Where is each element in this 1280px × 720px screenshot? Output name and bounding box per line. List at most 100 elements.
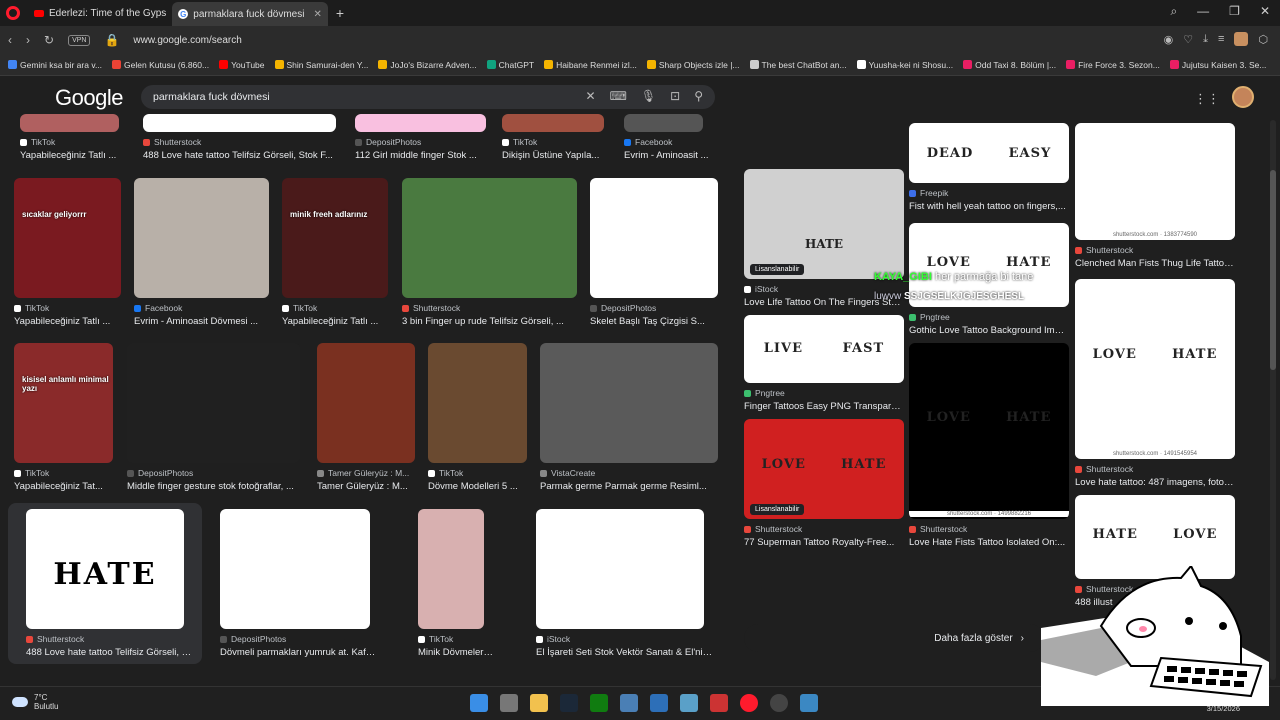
result-title[interactable]: Parmak germe Parmak germe Resiml... <box>540 481 728 492</box>
weather-widget[interactable]: 7°C Bulutlu <box>12 693 58 711</box>
result-title[interactable]: Gothic Love Tattoo Background Images... <box>909 325 1069 336</box>
result-thumbnail[interactable] <box>540 343 718 463</box>
result-source[interactable]: Facebook <box>134 303 182 313</box>
result-source[interactable]: TikTok <box>418 634 453 644</box>
result-thumbnail[interactable] <box>428 343 527 463</box>
photos-icon[interactable] <box>680 694 698 712</box>
result-title[interactable]: Love hate tattoo: 487 imagens, fotos e..… <box>1075 477 1235 488</box>
task-view-icon[interactable] <box>500 694 518 712</box>
result-thumbnail[interactable]: kisisel anlamlı minimal yazı <box>14 343 113 463</box>
result-title[interactable]: Yapabileceğiniz Tatlı ... <box>14 316 131 327</box>
bookmark-item[interactable]: Sharp Objects izle |... <box>646 60 740 70</box>
more-results-button[interactable]: Daha fazla göster › <box>744 624 1044 652</box>
search-icon[interactable]: ⚲ <box>694 89 703 103</box>
result-source[interactable]: Freepik <box>909 188 948 198</box>
result-thumbnail[interactable]: HATE Lisanslanabilir <box>744 169 904 279</box>
result-title[interactable]: 488 Love hate tattoo Telifsiz Görseli, S… <box>143 150 346 161</box>
google-logo[interactable]: Google <box>55 85 123 111</box>
result-source[interactable]: Tamer Güleryüz : M... <box>317 468 409 478</box>
bookmark-item[interactable]: Gemini ksa bir ara v... <box>8 60 102 70</box>
result-title[interactable]: Evrim - Aminoasit Dövmesi ... <box>134 316 279 327</box>
result-title[interactable]: 77 Superman Tattoo Royalty-Free... <box>744 537 904 548</box>
search-tabs-icon[interactable]: ⌕ <box>1170 4 1177 19</box>
bookmark-item[interactable]: Fire Force 3. Sezon... <box>1066 60 1160 70</box>
opera-logo-icon[interactable] <box>6 6 20 20</box>
result-thumbnail[interactable] <box>590 178 718 298</box>
result-title[interactable]: Love Hate Fists Tattoo Isolated On:... <box>909 537 1069 548</box>
result-source[interactable]: Pngtree <box>909 312 950 322</box>
store-icon[interactable] <box>650 694 668 712</box>
result-thumbnail[interactable]: LOVE HATE shutterstock.com · 1491545954 <box>1075 279 1235 459</box>
result-thumbnail[interactable] <box>317 343 415 463</box>
result-source[interactable]: TikTok <box>20 137 55 147</box>
result-title[interactable]: El İşareti Seti Stok Vektör Sanatı & El'… <box>536 647 714 658</box>
file-explorer-icon[interactable] <box>530 694 548 712</box>
bookmark-item[interactable]: ChatGPT <box>486 60 534 70</box>
result-source[interactable]: Pngtree <box>744 388 785 398</box>
camera-icon[interactable]: ◉ <box>1164 33 1174 46</box>
result-title[interactable]: Evrim - Aminoasit ... <box>624 150 713 161</box>
settings-icon[interactable] <box>620 694 638 712</box>
bookmark-item[interactable]: Shin Samurai-den Y... <box>274 60 368 70</box>
result-source[interactable]: TikTok <box>14 303 49 313</box>
xbox-icon[interactable] <box>590 694 608 712</box>
maximize-icon[interactable]: ❐ <box>1229 4 1240 19</box>
keyboard-icon[interactable]: ⌨ <box>610 89 627 103</box>
start-icon[interactable] <box>470 694 488 712</box>
result-source[interactable]: iStock <box>536 634 570 644</box>
result-thumbnail[interactable]: HATE <box>26 509 184 629</box>
result-thumbnail[interactable]: LOVE HATE shutterstock.com · 1499882216 <box>909 343 1069 519</box>
result-source[interactable]: DepositPhotos <box>220 634 286 644</box>
scrollbar-thumb[interactable] <box>1270 170 1276 370</box>
result-thumbnail[interactable] <box>502 114 604 132</box>
result-title[interactable]: Fist with hell yeah tattoo on fingers,..… <box>909 201 1069 212</box>
result-source[interactable]: DepositPhotos <box>355 137 421 147</box>
result-source[interactable]: DepositPhotos <box>127 468 193 478</box>
result-thumbnail[interactable] <box>143 114 336 132</box>
minimize-icon[interactable]: — <box>1197 4 1209 19</box>
result-thumbnail[interactable] <box>536 509 704 629</box>
result-source[interactable]: Shutterstock <box>402 303 460 313</box>
bookmark-item[interactable]: Haibane Renmei izl... <box>544 60 637 70</box>
result-title[interactable]: 112 Girl middle finger Stok ... <box>355 150 496 161</box>
forward-icon[interactable]: › <box>26 33 30 47</box>
result-thumbnail[interactable] <box>20 114 119 132</box>
result-source[interactable]: DepositPhotos <box>590 303 656 313</box>
url-field[interactable]: www.google.com/search <box>133 35 241 46</box>
bookmark-item[interactable]: Jujutsu Kaisen 3. Se... <box>1169 60 1266 70</box>
image-viewer-icon[interactable] <box>800 694 818 712</box>
result-title[interactable]: Dikişin Üstüne Yapıla... <box>502 150 614 161</box>
back-icon[interactable]: ‹ <box>8 33 12 47</box>
result-title[interactable]: Minik Dövmeler | TikTok <box>418 647 494 658</box>
tab-google-search[interactable]: G parmaklara fuck dövmesi ✕ <box>172 2 328 26</box>
result-title[interactable]: Tamer Güleryüz : M... <box>317 481 425 492</box>
google-apps-icon[interactable]: ⋮⋮ <box>1194 91 1220 107</box>
result-thumbnail[interactable] <box>418 509 484 629</box>
result-source[interactable]: TikTok <box>14 468 49 478</box>
search-input[interactable]: parmaklara fuck dövmesi ✕ ⌨ 🎙 ⊡ ⚲ <box>141 85 715 109</box>
extensions-icon[interactable]: ⬡ <box>1258 33 1268 46</box>
result-thumbnail[interactable] <box>134 178 269 298</box>
result-title[interactable]: Dövme Modelleri 5 ... <box>428 481 537 492</box>
result-source[interactable]: TikTok <box>282 303 317 313</box>
profile-avatar[interactable] <box>1234 32 1249 46</box>
result-source[interactable]: TikTok <box>428 468 463 478</box>
result-thumbnail[interactable]: LIVE FAST <box>744 315 904 383</box>
result-title[interactable]: 488 Love hate tattoo Telifsiz Görseli, S… <box>26 647 194 658</box>
opera-taskbar-icon[interactable] <box>740 694 758 712</box>
result-title[interactable]: Dövmeli parmakları yumruk at. Kafat... <box>220 647 380 658</box>
result-thumbnail[interactable]: minik freeh adlarınız <box>282 178 388 298</box>
result-title[interactable]: Yapabileceğiniz Tatlı ... <box>20 150 129 161</box>
result-title[interactable]: Yapabileceğiniz Tat... <box>14 481 123 492</box>
close-window-icon[interactable]: ✕ <box>1260 4 1270 19</box>
result-title[interactable]: Finger Tattoos Easy PNG Transparent... <box>744 401 904 412</box>
capture-icon[interactable] <box>710 694 728 712</box>
result-source[interactable]: VistaCreate <box>540 468 595 478</box>
result-thumbnail[interactable] <box>402 178 577 298</box>
tab-youtube[interactable]: Ederlezi: Time of the Gyps <box>28 2 172 24</box>
result-source[interactable]: Facebook <box>624 137 672 147</box>
vpn-badge[interactable]: VPN <box>68 34 91 46</box>
result-source[interactable]: Shutterstock <box>1075 464 1133 474</box>
download-icon[interactable]: ⤓ <box>1203 33 1208 46</box>
reload-icon[interactable]: ↻ <box>44 33 54 47</box>
